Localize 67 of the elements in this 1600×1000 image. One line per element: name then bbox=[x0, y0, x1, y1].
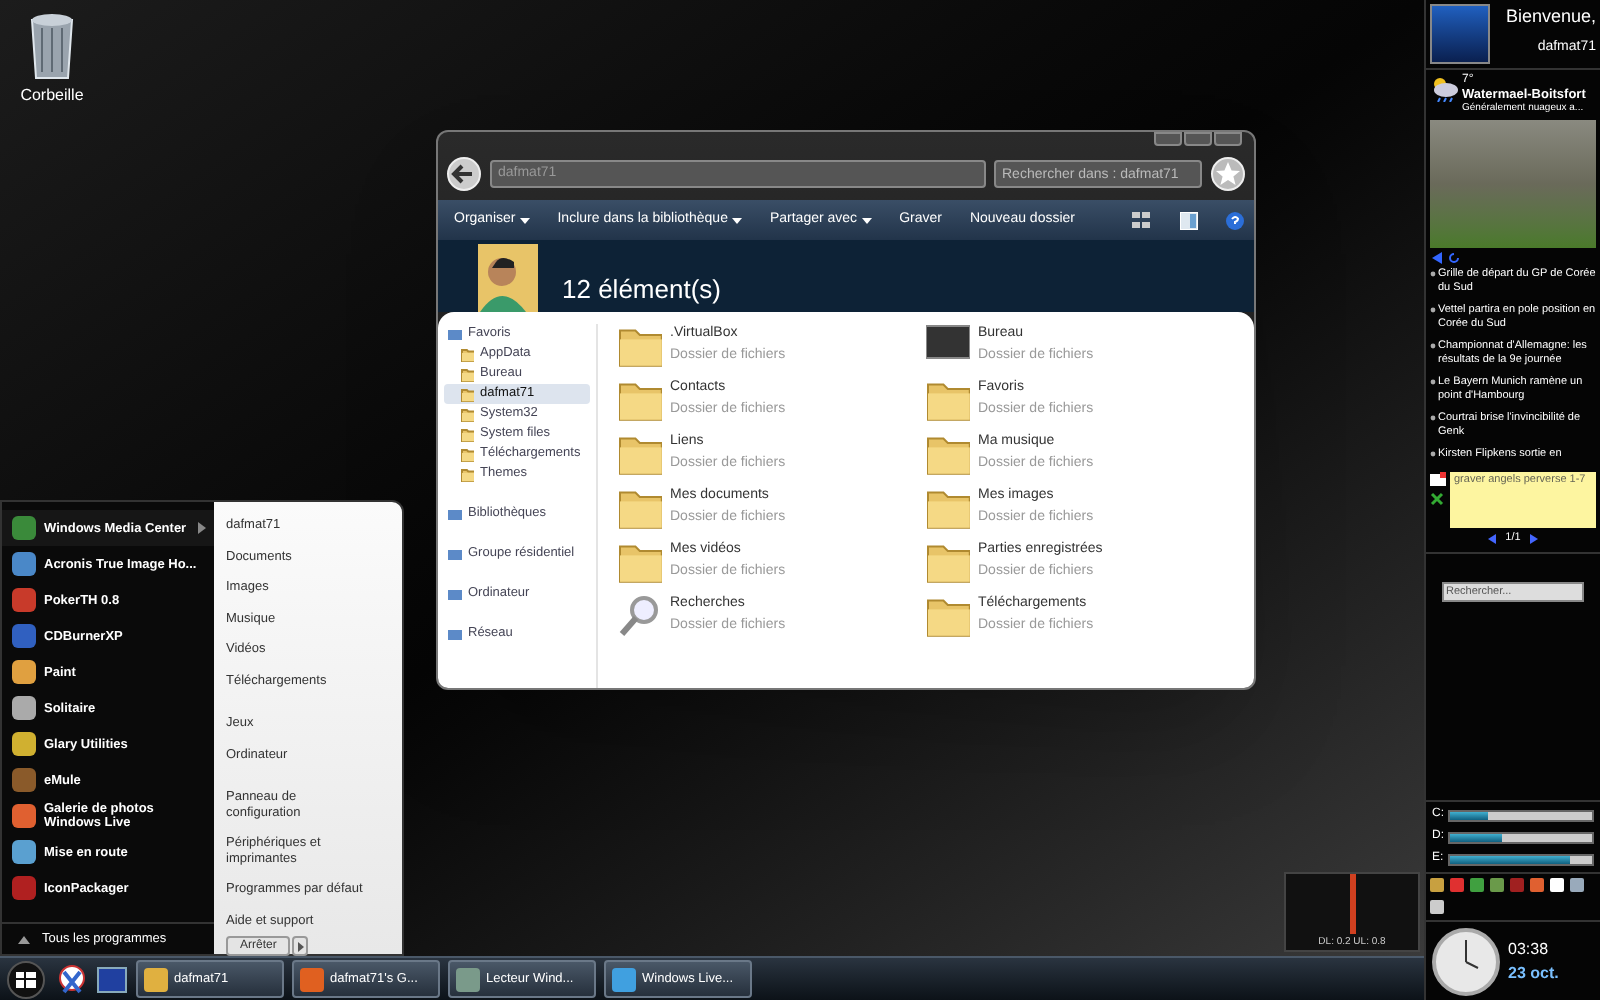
app-icon bbox=[10, 874, 38, 902]
bullet-icon bbox=[1430, 340, 1436, 352]
previous-arrow-icon[interactable] bbox=[1487, 533, 1496, 543]
app-icon bbox=[456, 967, 480, 991]
place-icon bbox=[448, 327, 462, 341]
view-options-icon[interactable] bbox=[1131, 212, 1151, 228]
bullet-icon bbox=[1430, 304, 1436, 316]
folder-icon bbox=[460, 427, 474, 441]
place-icon bbox=[448, 587, 462, 601]
item-count: 12 élément(s) bbox=[562, 271, 721, 308]
folder-icon bbox=[926, 486, 970, 530]
folder-icon bbox=[460, 347, 474, 361]
folder-icon bbox=[618, 324, 662, 368]
bullet-icon bbox=[1430, 376, 1436, 388]
folder-icon bbox=[618, 378, 662, 422]
app-icon bbox=[10, 694, 38, 722]
refresh-icon[interactable] bbox=[1448, 252, 1460, 264]
app-icon bbox=[10, 766, 38, 794]
app-icon bbox=[10, 514, 38, 542]
folder-icon bbox=[618, 540, 662, 584]
analog-clock-icon bbox=[1432, 927, 1500, 995]
app-icon bbox=[10, 802, 38, 830]
app-icon bbox=[300, 967, 324, 991]
preview-pane-icon[interactable] bbox=[1179, 211, 1197, 229]
place-icon bbox=[448, 547, 462, 561]
folder-icon bbox=[460, 447, 474, 461]
app-icon bbox=[10, 586, 38, 614]
folder-icon bbox=[618, 432, 662, 476]
app-icon bbox=[10, 838, 38, 866]
folder-icon bbox=[926, 540, 970, 584]
app-icon bbox=[10, 550, 38, 578]
folder-icon bbox=[460, 387, 474, 401]
app-icon bbox=[10, 622, 38, 650]
user-picture bbox=[1430, 4, 1490, 64]
bullet-icon bbox=[1430, 448, 1436, 460]
place-icon bbox=[448, 507, 462, 521]
chevron-right-icon bbox=[297, 941, 304, 951]
screen-icon bbox=[926, 324, 970, 360]
traffic-graph-drawing bbox=[1349, 874, 1355, 934]
folder-icon bbox=[460, 467, 474, 481]
trash-bin-icon[interactable] bbox=[26, 12, 78, 80]
magnifier-icon bbox=[618, 594, 662, 638]
bullet-icon bbox=[1430, 412, 1436, 424]
folder-icon bbox=[926, 594, 970, 638]
app-icon bbox=[10, 730, 38, 758]
chevron-up-icon bbox=[18, 935, 30, 943]
clock-date: 23 oct. bbox=[1508, 961, 1559, 985]
folder-icon bbox=[460, 367, 474, 381]
welcome-text: Bienvenue, bbox=[1505, 4, 1596, 30]
next-arrow-icon[interactable] bbox=[1530, 533, 1539, 543]
bullet-icon bbox=[1430, 268, 1436, 280]
clock-time: 03:38 bbox=[1508, 937, 1551, 961]
app-icon bbox=[612, 967, 636, 991]
note-add-icon[interactable] bbox=[1430, 472, 1446, 486]
app-icon bbox=[144, 967, 168, 991]
shutdown-options-button[interactable] bbox=[292, 936, 309, 956]
help-icon[interactable] bbox=[1225, 211, 1243, 229]
desktop-screen-icon[interactable] bbox=[96, 965, 128, 993]
place-icon bbox=[448, 627, 462, 641]
desktop-icon-label[interactable]: Corbeille bbox=[20, 84, 84, 108]
folder-icon bbox=[460, 407, 474, 421]
folder-icon bbox=[926, 378, 970, 422]
cloud-rain-icon bbox=[1430, 74, 1458, 102]
folder-icon bbox=[618, 486, 662, 530]
folder-icon bbox=[926, 432, 970, 476]
start-orb-icon[interactable] bbox=[4, 959, 48, 999]
app-icon bbox=[10, 658, 38, 686]
